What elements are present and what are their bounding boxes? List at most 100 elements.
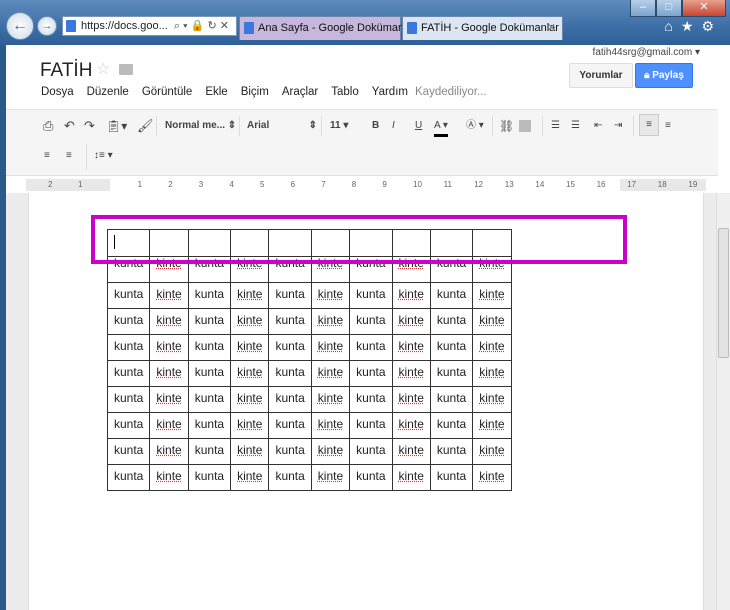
italic-button[interactable]: I: [392, 118, 395, 134]
table-cell[interactable]: kinte: [230, 438, 270, 465]
table-cell[interactable]: kinte: [310, 360, 351, 387]
table-cell[interactable]: kinte: [149, 282, 189, 309]
table-cell[interactable]: kinte: [472, 438, 512, 465]
table-cell[interactable]: kunta: [429, 412, 474, 439]
address-bar[interactable]: https://docs.goo... ⌕ ▾ 🔒 ↻ ✕: [62, 16, 237, 36]
table-cell[interactable]: kunta: [106, 412, 151, 439]
menu-duzenle[interactable]: Düzenle: [87, 86, 129, 98]
font-size-select[interactable]: 11 ▾: [330, 118, 348, 134]
table-cell[interactable]: kunta: [268, 386, 312, 413]
table-cell[interactable]: kinte: [391, 464, 431, 491]
table-cell[interactable]: kunta: [268, 360, 312, 387]
highlight-color-button[interactable]: Ⓐ ▾: [466, 118, 484, 134]
align-right-icon[interactable]: ≡: [44, 148, 50, 164]
bulleted-list-icon[interactable]: ☰: [571, 118, 580, 134]
table-cell[interactable]: kunta: [429, 464, 474, 491]
table-cell[interactable]: kunta: [106, 360, 151, 387]
paint-format-icon[interactable]: 🖌︎: [137, 118, 154, 134]
table-cell[interactable]: kinte: [149, 308, 189, 335]
table-cell[interactable]: kinte: [310, 386, 351, 413]
table-cell[interactable]: kinte: [230, 360, 270, 387]
table-cell[interactable]: kunta: [429, 282, 474, 309]
table-cell[interactable]: kinte: [472, 386, 512, 413]
table-cell[interactable]: kunta: [349, 386, 393, 413]
table-cell[interactable]: kunta: [349, 412, 393, 439]
account-email[interactable]: fatih44srg@gmail.com ▾: [593, 47, 700, 58]
favorites-star-icon[interactable]: ★: [681, 18, 702, 34]
paste-icon[interactable]: 📋︎▾: [106, 118, 127, 134]
document-table[interactable]: kunta kinte kunta kinte kunta kinte kunta kinte…: [106, 229, 512, 491]
underline-button[interactable]: U: [415, 118, 422, 134]
table-cell[interactable]: kunta: [187, 464, 232, 491]
table-cell[interactable]: kinte: [149, 412, 189, 439]
table-cell[interactable]: kinte: [391, 386, 431, 413]
table-cell[interactable]: kinte: [149, 360, 189, 387]
scrollbar-thumb[interactable]: [718, 228, 729, 358]
table-cell[interactable]: kinte: [391, 438, 431, 465]
table-cell[interactable]: kinte: [472, 412, 512, 439]
ruler[interactable]: 2 1 1 2 3 4 5 6 7 8 9 10 11 12 13 14 15 16 17 18 19: [26, 179, 706, 191]
table-cell[interactable]: kinte: [149, 438, 189, 465]
table-cell[interactable]: kinte: [391, 412, 431, 439]
table-cell[interactable]: kinte: [310, 438, 351, 465]
star-icon[interactable]: ☆: [96, 59, 110, 79]
table-cell[interactable]: kunta: [268, 438, 312, 465]
table-cell[interactable]: kinte: [310, 334, 351, 361]
table-cell[interactable]: kinte: [391, 282, 431, 309]
table-cell[interactable]: kunta: [429, 360, 474, 387]
menu-bicim[interactable]: Biçim: [241, 86, 269, 98]
table-cell[interactable]: kinte: [310, 308, 351, 335]
menu-goruntule[interactable]: Görüntüle: [142, 86, 193, 98]
table-cell[interactable]: kunta: [106, 464, 151, 491]
table-cell[interactable]: kunta: [349, 438, 393, 465]
vertical-scrollbar[interactable]: [716, 193, 730, 610]
table-cell[interactable]: kunta: [349, 360, 393, 387]
line-spacing-icon[interactable]: ↕≡ ▾: [94, 148, 113, 164]
menu-araclar[interactable]: Araçlar: [282, 86, 318, 98]
undo-icon[interactable]: ↶: [64, 118, 75, 134]
tab-ana-sayfa[interactable]: Ana Sayfa - Google Dokümanlar: [239, 16, 416, 40]
justify-icon[interactable]: ≡: [66, 148, 72, 164]
increase-indent-icon[interactable]: ⇥: [614, 118, 622, 134]
share-button[interactable]: 🔒︎ Paylaş: [635, 63, 693, 88]
table-cell[interactable]: kinte: [472, 282, 512, 309]
table-cell[interactable]: kunta: [187, 438, 232, 465]
table-cell[interactable]: kunta: [187, 360, 232, 387]
table-cell[interactable]: kinte: [230, 282, 270, 309]
align-center-icon[interactable]: ≡: [665, 118, 671, 134]
print-icon[interactable]: ⎙: [43, 118, 53, 134]
table-cell[interactable]: kunta: [429, 308, 474, 335]
table-cell[interactable]: kinte: [472, 308, 512, 335]
text-color-button[interactable]: A ▾: [434, 118, 448, 137]
table-cell[interactable]: kinte: [230, 308, 270, 335]
table-cell[interactable]: kinte: [310, 464, 351, 491]
table-cell[interactable]: kinte: [149, 334, 189, 361]
tab-fatih[interactable]: FATİH - Google Dokümanlar ✕: [402, 16, 563, 40]
table-cell[interactable]: kinte: [472, 464, 512, 491]
bold-button[interactable]: B: [372, 118, 379, 134]
image-icon[interactable]: [519, 120, 531, 132]
table-cell[interactable]: kunta: [106, 334, 151, 361]
table-cell[interactable]: kinte: [391, 308, 431, 335]
table-cell[interactable]: kunta: [106, 282, 151, 309]
table-cell[interactable]: kunta: [268, 412, 312, 439]
menu-tablo[interactable]: Tablo: [331, 86, 359, 98]
forward-button[interactable]: →: [37, 16, 57, 36]
table-cell[interactable]: kunta: [268, 464, 312, 491]
table-cell[interactable]: kunta: [106, 386, 151, 413]
table-cell[interactable]: kunta: [268, 308, 312, 335]
table-cell[interactable]: kinte: [230, 334, 270, 361]
table-cell[interactable]: kunta: [187, 282, 232, 309]
table-cell[interactable]: kinte: [472, 360, 512, 387]
table-cell[interactable]: kunta: [187, 334, 232, 361]
close-window-button[interactable]: ✕: [682, 0, 726, 17]
font-select[interactable]: Arial ⇕: [247, 118, 317, 134]
document-title[interactable]: FATİH: [40, 60, 92, 82]
home-icon[interactable]: ⌂: [664, 18, 680, 34]
link-icon[interactable]: ⛓: [499, 118, 514, 134]
table-cell[interactable]: kunta: [106, 438, 151, 465]
table-cell[interactable]: kinte: [230, 464, 270, 491]
table-cell[interactable]: kunta: [429, 386, 474, 413]
back-button[interactable]: ←: [6, 12, 34, 40]
table-cell[interactable]: kinte: [391, 360, 431, 387]
